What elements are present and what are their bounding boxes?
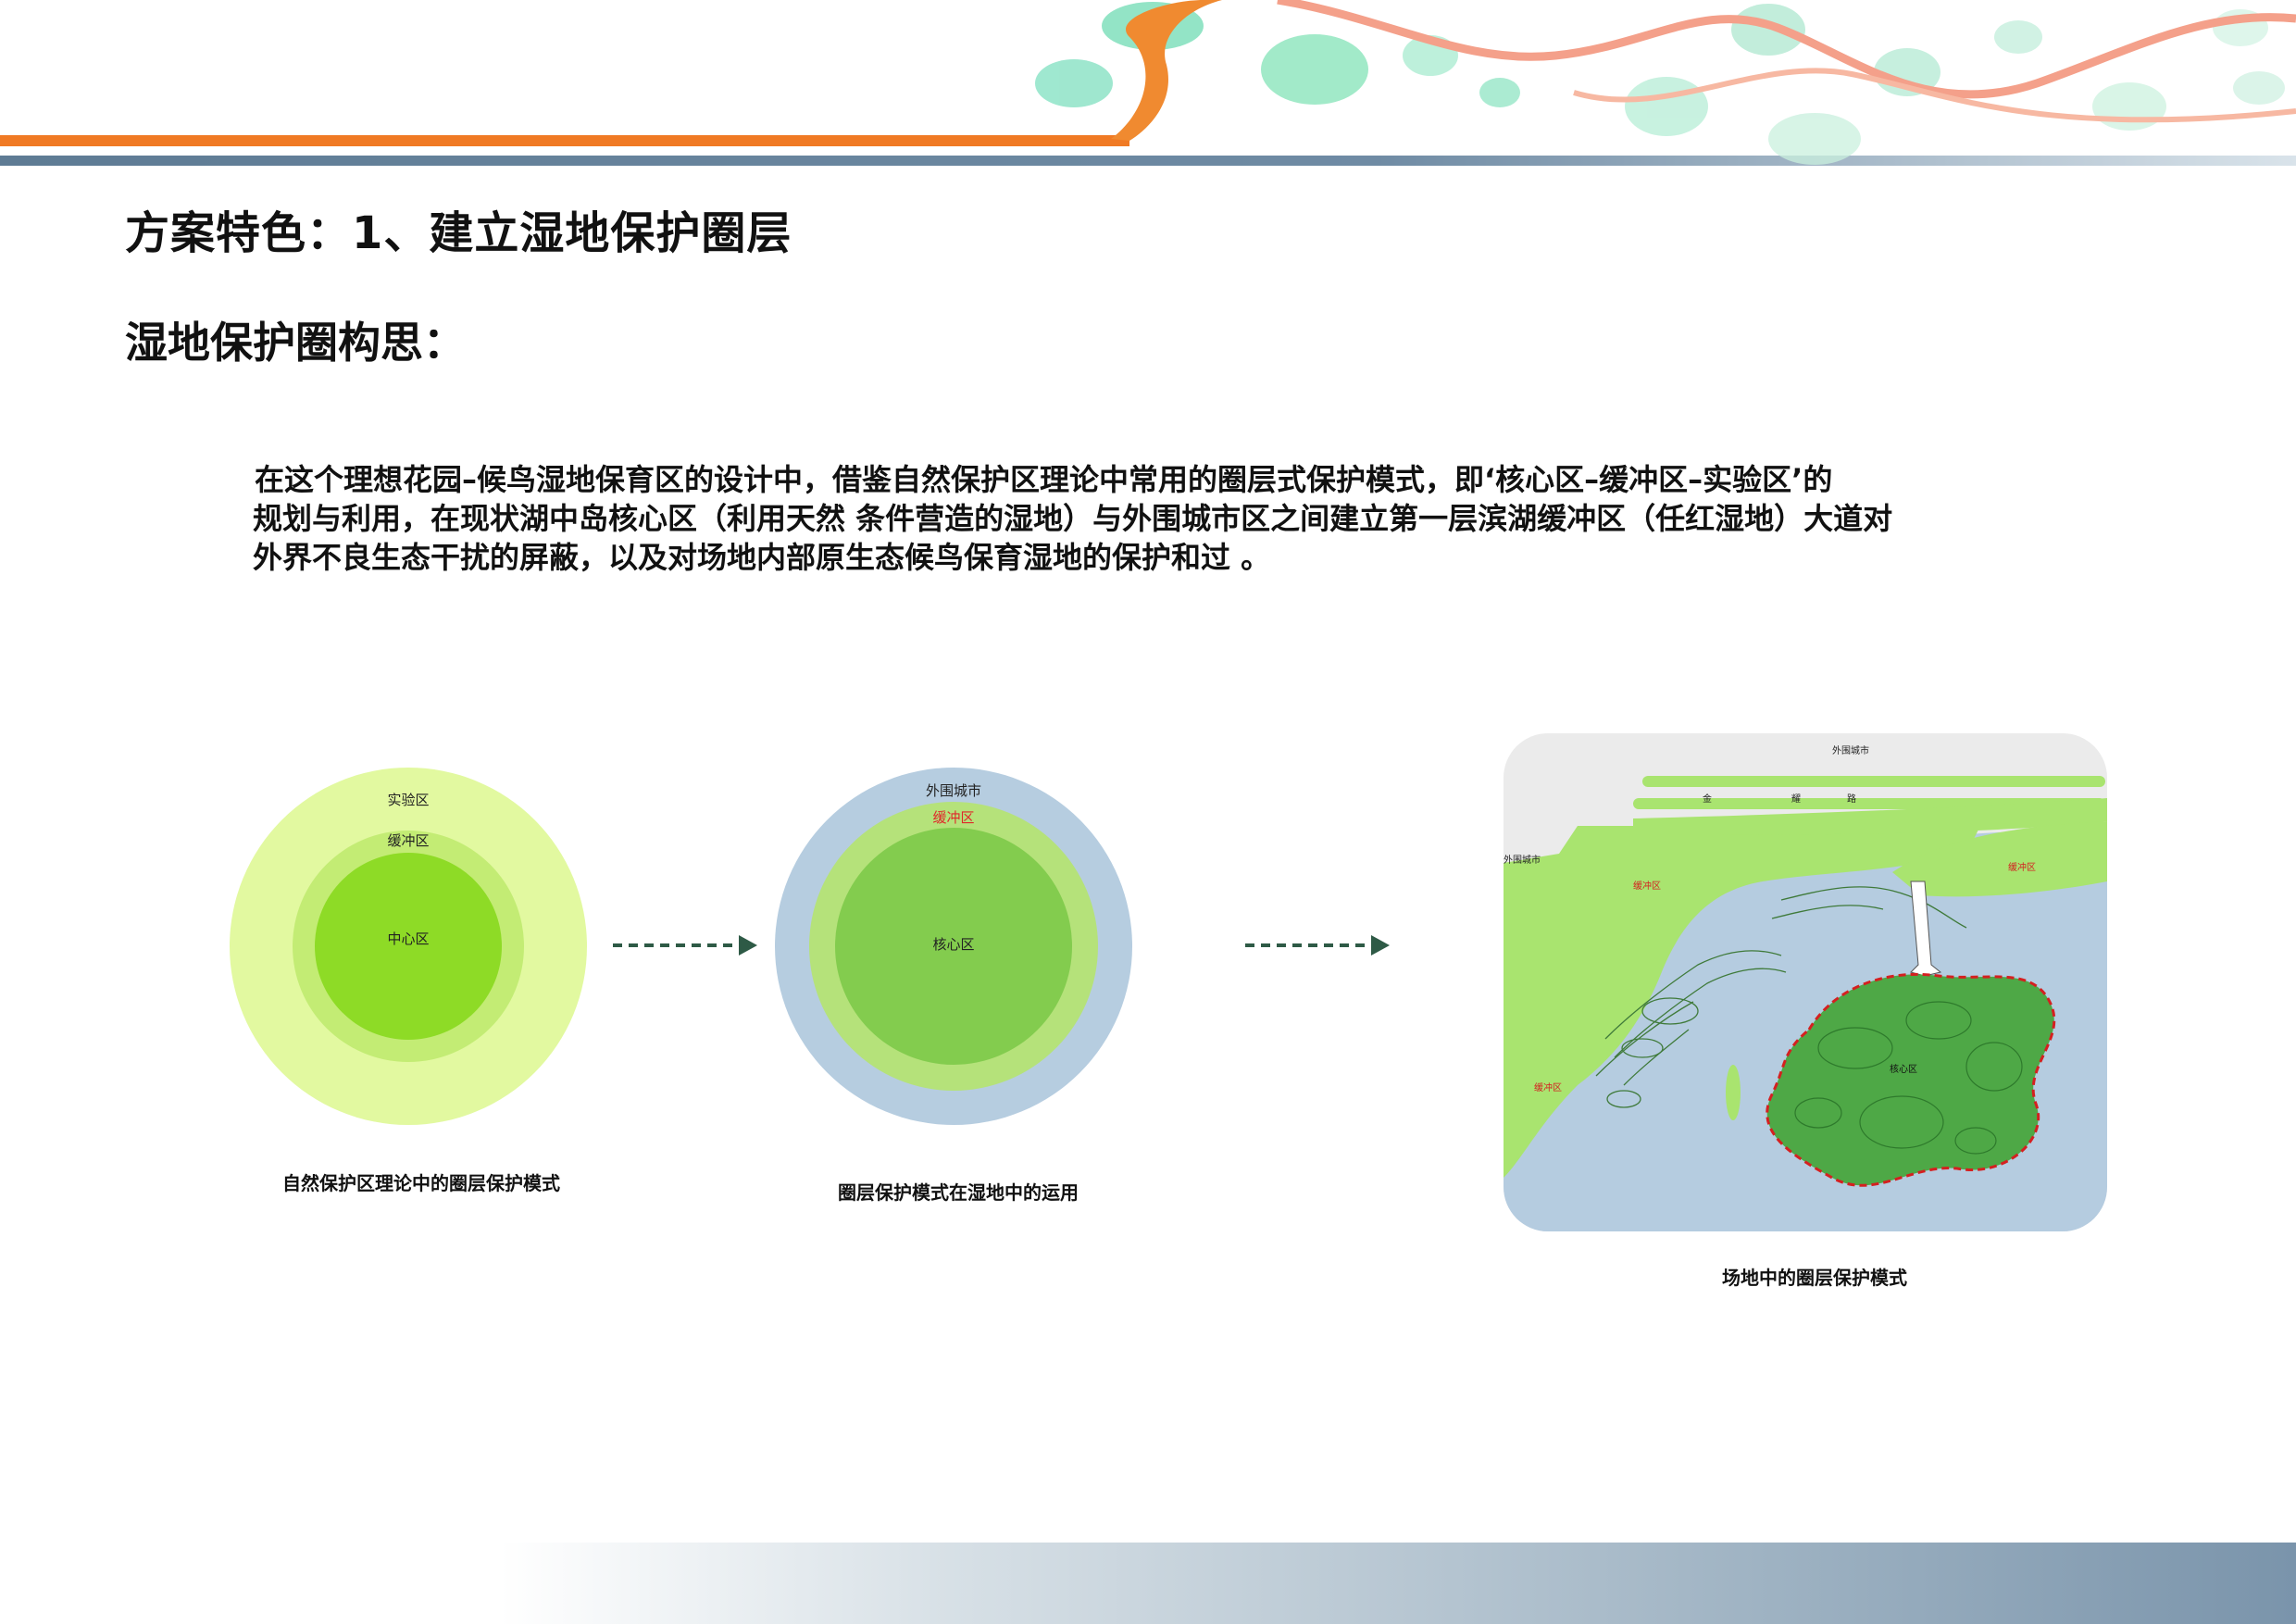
paragraph-line-1: 在这个理想花园–候鸟湿地保育区的设计中，借鉴自然保护区理论中常用的圈层式保护模式… xyxy=(255,462,1833,497)
caption-diagram-2: 圈层保护模式在湿地中的运用 xyxy=(838,1181,1079,1204)
label-left-outer-city: 外围城市 xyxy=(1504,854,1541,866)
ring-experimental-zone xyxy=(230,768,587,1125)
ring-buffer-zone xyxy=(293,831,524,1062)
header-gray-band xyxy=(0,156,2296,166)
label-experimental-zone: 实验区 xyxy=(387,792,429,808)
description-paragraph: 在这个理想花园–候鸟湿地保育区的设计中，借鉴自然保护区理论中常用的圈层式保护模式… xyxy=(253,460,2106,577)
label-buffer-zone-2: 缓冲区 xyxy=(932,809,974,826)
road-stripe-1 xyxy=(1642,776,2105,787)
paragraph-line-2: 规划与利用，在现状湖中岛核心区（利用天然 条件营造的湿地）与外围城市区之间建立第… xyxy=(253,501,1893,536)
ring-center-zone xyxy=(315,853,502,1040)
header-decoration xyxy=(0,0,2296,166)
ring-outer-city xyxy=(775,768,1132,1125)
diagram-site-plan: 外围城市 外围城市 金 耀 路 缓冲区 缓冲区 缓冲区 核心区 xyxy=(1504,733,2107,1231)
islet xyxy=(1726,1065,1741,1120)
label-buffer-zone-1: 缓冲区 xyxy=(387,832,429,849)
footer-decoration xyxy=(500,1543,2296,1624)
arrow-right-icon xyxy=(613,935,757,956)
section-subtitle: 湿地保护圈构思： xyxy=(125,318,466,368)
label-buffer-a: 缓冲区 xyxy=(1633,880,1661,892)
label-buffer-b: 缓冲区 xyxy=(2008,861,2036,873)
paragraph-line-3: 外界不良生态干扰的屏蔽，以及对场地内部原生态候鸟保育湿地的保护和过 。 xyxy=(253,540,1271,575)
label-core-zone: 核心区 xyxy=(932,936,974,953)
label-buffer-c: 缓冲区 xyxy=(1534,1081,1562,1093)
ring-core xyxy=(835,828,1072,1065)
header-orange-band xyxy=(0,135,1129,146)
page-title: 方案特色：1、建立湿地保护圈层 xyxy=(125,207,792,259)
leaf-shapes xyxy=(1035,2,2285,165)
ring-buffer xyxy=(809,802,1098,1091)
caption-diagram-3: 场地中的圈层保护模式 xyxy=(1722,1267,1907,1289)
label-center-zone: 中心区 xyxy=(387,931,429,947)
road-char-2: 耀 xyxy=(1791,793,1801,805)
road-char-3: 路 xyxy=(1847,793,1856,805)
arrow-right-icon xyxy=(1245,935,1390,956)
label-core-island: 核心区 xyxy=(1890,1063,1917,1075)
label-outer-city: 外围城市 xyxy=(926,782,981,799)
road-char-1: 金 xyxy=(1703,793,1712,805)
label-top-outer-city: 外围城市 xyxy=(1832,744,1869,756)
caption-diagram-1: 自然保护区理论中的圈层保护模式 xyxy=(282,1172,560,1194)
